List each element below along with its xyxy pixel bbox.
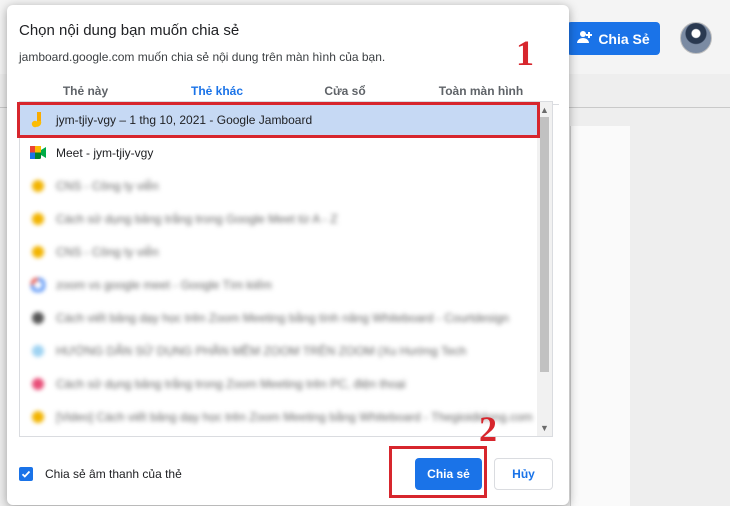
dialog-title: Chọn nội dung bạn muốn chia sẻ [19, 22, 240, 39]
list-item[interactable]: CNS - Công ty viễn [20, 235, 539, 268]
list-item[interactable]: Meet - jym-tjiy-vgy [20, 136, 539, 169]
google-icon [30, 277, 46, 293]
list-item-label: Cách sử dụng bảng trắng trong Zoom Meeti… [56, 376, 406, 391]
add-person-icon [577, 29, 593, 48]
audio-label: Chia sẻ âm thanh của thẻ [45, 467, 182, 481]
audio-checkbox[interactable] [19, 467, 33, 481]
scrollbar-thumb[interactable] [540, 117, 549, 372]
dialog-subtitle: jamboard.google.com muốn chia sẻ nội dun… [19, 50, 386, 64]
scrollbar[interactable]: ▲ ▼ [537, 102, 552, 436]
list-item[interactable]: Cách viết bảng dạy học trên Zoom Meeting… [20, 301, 539, 334]
highlight-selected-item [17, 102, 540, 138]
step-number-2: 2 [479, 409, 497, 449]
list-item[interactable]: [Video] Cách viết bảng dạy học trên Zoom… [20, 400, 539, 433]
list-item[interactable]: zoom vs google meet - Google Tìm kiếm [20, 268, 539, 301]
list-item[interactable]: CNS - Công ty viễn [20, 169, 539, 202]
highlight-share-button [389, 446, 487, 498]
list-item-label: CNS - Công ty viễn [56, 244, 159, 259]
list-item-label: CNS - Công ty viễn [56, 178, 159, 193]
background-share-button[interactable]: Chia Sẻ [567, 22, 660, 55]
list-item[interactable]: Cách sử dụng bảng trắng trong Google Mee… [20, 202, 539, 235]
cancel-button[interactable]: Hủy [494, 458, 553, 490]
list-item-label: Meet - jym-tjiy-vgy [56, 145, 154, 160]
list-item[interactable]: HƯỚNG DẪN SỬ DỤNG PHẦN MỀM ZOOM TRÊN ZOO… [20, 334, 539, 367]
avatar[interactable] [680, 22, 712, 54]
background-canvas [570, 126, 630, 506]
tab-list: jym-tjiy-vgy – 1 thg 10, 2021 - Google J… [19, 101, 553, 437]
page-icon [30, 211, 46, 227]
list-item[interactable]: Cách sử dụng bảng trắng trong Zoom Meeti… [20, 367, 539, 400]
page-icon [30, 409, 46, 425]
scroll-down-icon[interactable]: ▼ [537, 421, 552, 435]
page-icon [30, 178, 46, 194]
meet-icon [30, 145, 46, 161]
background-share-label: Chia Sẻ [598, 30, 650, 47]
list-item-label: zoom vs google meet - Google Tìm kiếm [56, 277, 272, 292]
list-item-label: HƯỚNG DẪN SỬ DỤNG PHẦN MỀM ZOOM TRÊN ZOO… [56, 343, 467, 358]
page-icon [30, 244, 46, 260]
list-item-label: [Video] Cách viết bảng dạy học trên Zoom… [56, 409, 533, 424]
list-item-label: Cách sử dụng bảng trắng trong Google Mee… [56, 211, 338, 226]
page-icon [30, 343, 46, 359]
step-number-1: 1 [516, 33, 534, 73]
page-icon [30, 310, 46, 326]
check-icon [21, 470, 31, 478]
share-audio-option[interactable]: Chia sẻ âm thanh của thẻ [19, 467, 182, 481]
list-item-label: Cách viết bảng dạy học trên Zoom Meeting… [56, 310, 509, 325]
heart-icon [30, 376, 46, 392]
